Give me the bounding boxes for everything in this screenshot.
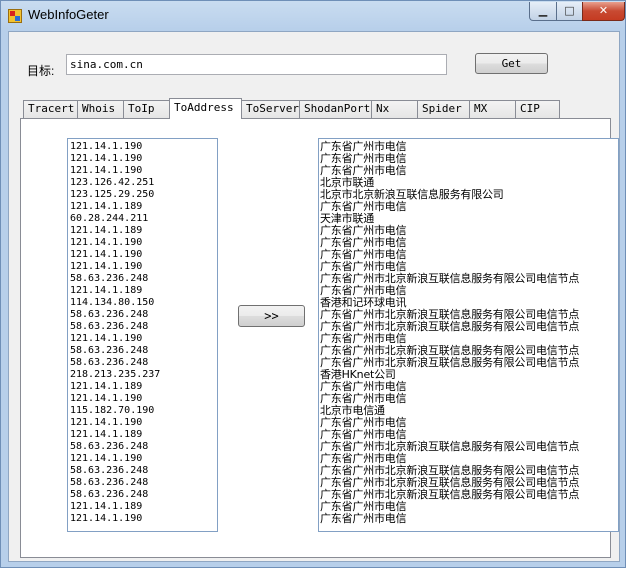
list-item[interactable]: 58.63.236.248 [70,345,215,357]
ip-listbox[interactable]: 121.14.1.190 121.14.1.190 121.14.1.190 123.… [67,138,218,532]
app-icon [8,9,22,23]
list-item[interactable]: 121.14.1.189 [70,225,215,237]
list-item[interactable]: 121.14.1.190 [70,261,215,273]
list-item[interactable]: 121.14.1.190 [70,249,215,261]
get-button[interactable]: Get [475,53,548,74]
tab-cip[interactable]: CIP [515,100,560,118]
list-item[interactable]: 60.28.244.211 [70,213,215,225]
list-item[interactable]: 121.14.1.190 [70,141,215,153]
list-item[interactable]: 58.63.236.248 [70,465,215,477]
target-label: 目标: [27,64,55,78]
list-item[interactable]: 58.63.236.248 [70,477,215,489]
tab-whois[interactable]: Whois [77,100,124,118]
list-item[interactable]: 58.63.236.248 [70,489,215,501]
title-bar[interactable]: WebInfoGeter ▁ □ ✕ [1,1,625,31]
tab-shodanport[interactable]: ShodanPort [299,100,372,118]
list-item[interactable]: 121.14.1.190 [70,237,215,249]
list-item[interactable]: 58.63.236.248 [70,309,215,321]
tab-mx[interactable]: MX [469,100,516,118]
list-item[interactable]: 121.14.1.189 [70,201,215,213]
tab-toserver[interactable]: ToServer [241,100,300,118]
list-item[interactable]: 58.63.236.248 [70,357,215,369]
list-item[interactable]: 58.63.236.248 [70,273,215,285]
client-area: 目标: Get Tracert Whois ToIp ToAddress ToS… [8,31,620,562]
list-item[interactable]: 121.14.1.190 [70,333,215,345]
target-input[interactable] [66,54,447,75]
list-item[interactable]: 115.182.70.190 [70,405,215,417]
address-listbox[interactable]: 广东省广州市电信 广东省广州市电信 广东省广州市电信 北京市联通 北京市北京新浪互联信息… [318,138,619,532]
tab-toip[interactable]: ToIp [123,100,170,118]
list-item[interactable]: 58.63.236.248 [70,441,215,453]
list-item[interactable]: 114.134.80.150 [70,297,215,309]
tab-tracert[interactable]: Tracert [23,100,78,118]
list-item[interactable]: 121.14.1.189 [70,285,215,297]
list-item[interactable]: 121.14.1.190 [70,453,215,465]
list-item[interactable]: 121.14.1.189 [70,501,215,513]
window-title: WebInfoGeter [28,7,109,22]
list-item[interactable]: 58.63.236.248 [70,321,215,333]
list-item[interactable]: 广东省广州市电信 [320,513,617,525]
minimize-button[interactable]: ▁ [529,2,557,21]
toaddress-tab-page: 121.14.1.190 121.14.1.190 121.14.1.190 123.… [20,118,619,558]
list-item[interactable]: 121.14.1.190 [70,513,215,525]
list-item[interactable]: 121.14.1.190 [70,417,215,429]
list-item[interactable]: 121.14.1.189 [70,429,215,441]
list-item[interactable]: 123.126.42.251 [70,177,215,189]
tab-toaddress[interactable]: ToAddress [169,98,242,119]
tab-nx[interactable]: Nx [371,100,418,118]
maximize-button[interactable]: □ [556,2,583,21]
list-item[interactable]: 218.213.235.237 [70,369,215,381]
convert-button[interactable]: >> [238,305,305,327]
list-item[interactable]: 121.14.1.189 [70,381,215,393]
list-item[interactable]: 121.14.1.190 [70,393,215,405]
tab-spider[interactable]: Spider [417,100,470,118]
close-button[interactable]: ✕ [582,2,625,21]
app-window: WebInfoGeter ▁ □ ✕ 目标: Get Tracert Whois… [0,0,626,568]
list-item[interactable]: 121.14.1.190 [70,153,215,165]
list-item[interactable]: 121.14.1.190 [70,165,215,177]
list-item[interactable]: 123.125.29.250 [70,189,215,201]
